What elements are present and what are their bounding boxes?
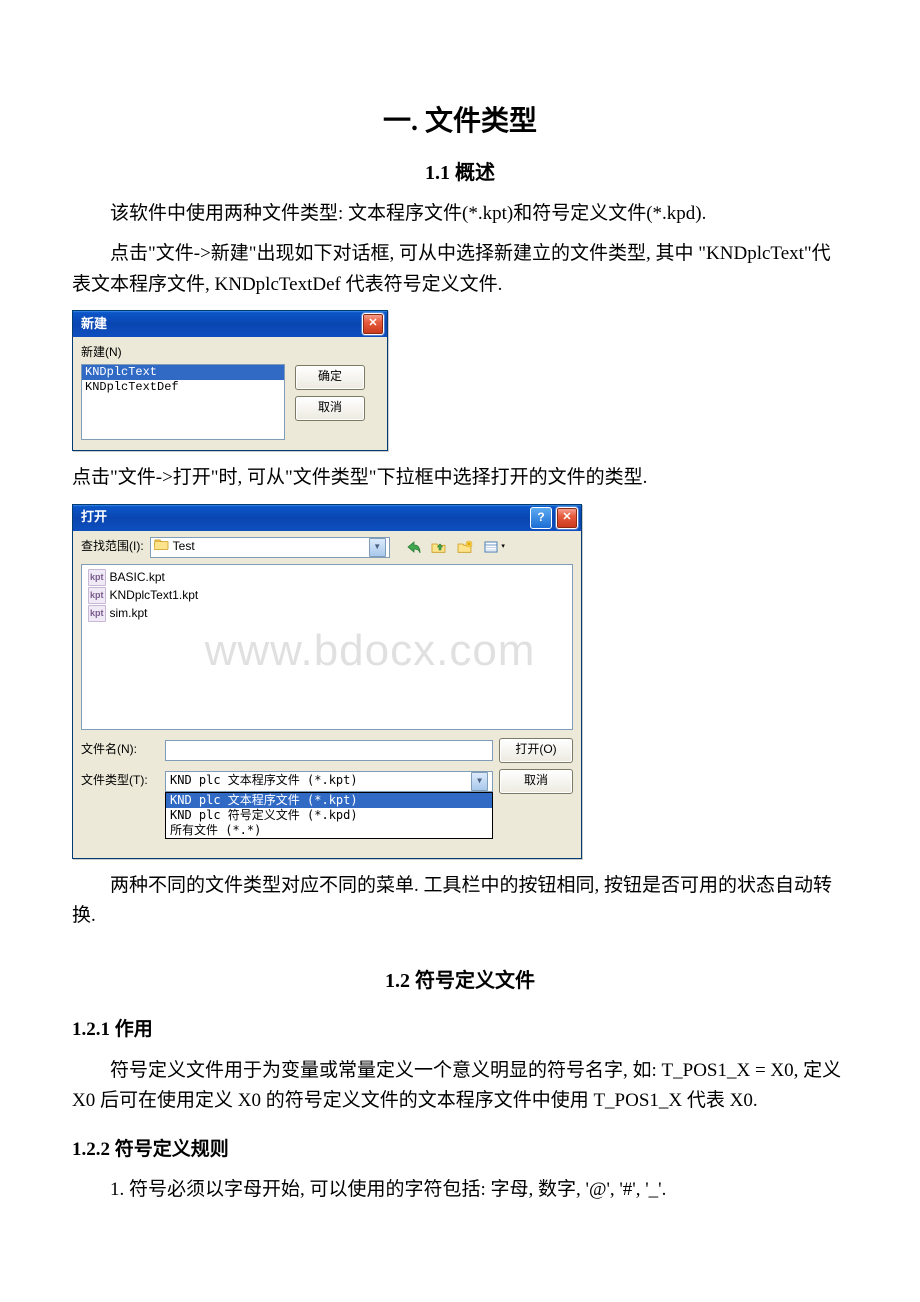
nav-icon-bar: ▾ (404, 538, 508, 556)
paragraph-2: 点击"文件->新建"出现如下对话框, 可从中选择新建立的文件类型, 其中 "KN… (72, 239, 848, 300)
cancel-button[interactable]: 取消 (499, 769, 573, 794)
filename-label: 文件名(N): (81, 740, 159, 759)
chevron-down-icon: ▾ (501, 541, 505, 552)
back-icon[interactable] (404, 538, 422, 556)
dialog-open: 打开 ? ✕ 查找范围(I): Test ▼ (72, 504, 582, 859)
up-folder-icon[interactable] (430, 538, 448, 556)
paragraph-3: 点击"文件->打开"时, 可从"文件类型"下拉框中选择打开的文件的类型. (72, 463, 848, 493)
folder-icon (154, 537, 169, 556)
filename-input[interactable] (165, 740, 493, 761)
heading-sec12: 1.2 符号定义文件 (72, 965, 848, 997)
kpt-file-icon: kpt (88, 605, 106, 621)
dropdown-option[interactable]: KND plc 文本程序文件 (*.kpt) (166, 793, 492, 808)
dropdown-option[interactable]: 所有文件 (*.*) (166, 823, 492, 838)
dialog-open-body: 查找范围(I): Test ▼ (73, 531, 581, 730)
heading-sec122: 1.2.2 符号定义规则 (72, 1135, 848, 1165)
view-menu-icon[interactable]: ▾ (482, 538, 508, 556)
file-name: BASIC.kpt (110, 568, 165, 587)
paragraph-6: 1. 符号必须以字母开始, 可以使用的字符包括: 字母, 数字, '@', '#… (72, 1175, 848, 1205)
help-icon[interactable]: ? (530, 507, 552, 529)
open-button[interactable]: 打开(O) (499, 738, 573, 763)
lookin-folder-name: Test (173, 537, 195, 556)
chevron-down-icon[interactable]: ▼ (369, 538, 386, 557)
list-item[interactable]: KNDplcTextDef (82, 380, 284, 395)
list-item[interactable]: kpt sim.kpt (88, 605, 566, 623)
paragraph-4: 两种不同的文件类型对应不同的菜单. 工具栏中的按钮相同, 按钮是否可用的状态自动… (72, 871, 848, 932)
dialog-open-bottom: 文件名(N): 打开(O) 文件类型(T): KND plc 文本程序文件 (*… (73, 730, 581, 806)
watermark-text: www.bdocx.com (205, 616, 536, 686)
dialog-open-title: 打开 (81, 507, 107, 528)
document-page: 一. 文件类型 1.1 概述 该软件中使用两种文件类型: 文本程序文件(*.kp… (0, 0, 920, 1265)
file-name: KNDplcText1.kpt (110, 586, 199, 605)
list-item[interactable]: kpt BASIC.kpt (88, 569, 566, 587)
filetype-label: 文件类型(T): (81, 771, 159, 790)
kpt-file-icon: kpt (88, 569, 106, 585)
file-list-pane[interactable]: kpt BASIC.kpt kpt KNDplcText1.kpt kpt si… (81, 564, 573, 730)
dialog-new-titlebar: 新建 ✕ (73, 311, 387, 337)
list-item[interactable]: kpt KNDplcText1.kpt (88, 587, 566, 605)
dialog-new-title: 新建 (81, 314, 107, 335)
heading-1: 一. 文件类型 (72, 100, 848, 145)
filetype-dropdown[interactable]: KND plc 文本程序文件 (*.kpt) ▼ KND plc 文本程序文件 … (165, 771, 493, 792)
paragraph-1: 该软件中使用两种文件类型: 文本程序文件(*.kpt)和符号定义文件(*.kpd… (72, 199, 848, 229)
lookin-label: 查找范围(I): (81, 537, 144, 556)
dialog-new: 新建 ✕ 新建(N) KNDplcText KNDplcTextDef 确定 取… (72, 310, 388, 451)
dialog-new-body: 新建(N) KNDplcText KNDplcTextDef 确定 取消 (73, 337, 387, 450)
ok-button[interactable]: 确定 (295, 365, 365, 390)
chevron-down-icon[interactable]: ▼ (471, 772, 488, 791)
close-icon[interactable]: ✕ (556, 507, 578, 529)
file-name: sim.kpt (110, 604, 148, 623)
filetype-dropdown-popup: KND plc 文本程序文件 (*.kpt) KND plc 符号定义文件 (*… (165, 792, 493, 839)
new-listbox-label: 新建(N) (81, 343, 379, 362)
new-folder-icon[interactable] (456, 538, 474, 556)
heading-sec121: 1.2.1 作用 (72, 1015, 848, 1045)
close-icon[interactable]: ✕ (362, 313, 384, 335)
heading-sec11: 1.1 概述 (72, 157, 848, 189)
dialog-open-titlebar: 打开 ? ✕ (73, 505, 581, 531)
lookin-dropdown[interactable]: Test ▼ (150, 537, 390, 558)
new-type-listbox[interactable]: KNDplcText KNDplcTextDef (81, 364, 285, 440)
cancel-button[interactable]: 取消 (295, 396, 365, 421)
paragraph-5: 符号定义文件用于为变量或常量定义一个意义明显的符号名字, 如: T_POS1_X… (72, 1056, 848, 1117)
filetype-selected: KND plc 文本程序文件 (*.kpt) (170, 771, 358, 790)
kpt-file-icon: kpt (88, 587, 106, 603)
dropdown-option[interactable]: KND plc 符号定义文件 (*.kpd) (166, 808, 492, 823)
list-item[interactable]: KNDplcText (82, 365, 284, 380)
